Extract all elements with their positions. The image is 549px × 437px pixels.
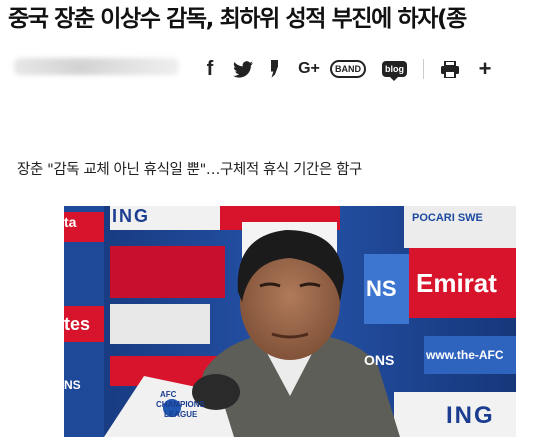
board-left-text-2: tes <box>64 314 91 334</box>
share-bar: f G+ BAND blog + <box>198 56 494 82</box>
google-plus-icon[interactable]: G+ <box>290 56 328 82</box>
share-divider <box>423 59 424 79</box>
board-bottom-text: ING <box>446 402 495 429</box>
mic-badge-afc: AFC <box>160 390 177 399</box>
sponsor-emirates-text: Emirat <box>416 268 497 298</box>
board-left-text-1: ta <box>64 214 77 230</box>
mic-badge-league: LEAGUE <box>164 410 198 419</box>
article-photo[interactable]: ING POCARI SWE Emirat www.the-AFC ta tes… <box>64 206 516 437</box>
mic-badge-champions: CHAMPIONS <box>156 400 205 409</box>
board-right-text-1: NS <box>366 276 397 301</box>
article-subheadline: 장춘 "감독 교체 아닌 휴식일 뿐"…구체적 휴식 기간은 함구 <box>17 162 362 178</box>
board-right-text-2: ONS <box>364 352 395 368</box>
facebook-icon[interactable]: f <box>198 56 222 82</box>
sponsor-pocari-text: POCARI SWE <box>412 212 483 224</box>
kakaostory-icon[interactable] <box>260 56 290 82</box>
band-icon[interactable]: BAND <box>330 60 366 78</box>
print-icon[interactable] <box>438 56 462 82</box>
board-left-text-3: NS <box>64 378 81 392</box>
sponsor-ing-text: ING <box>112 206 151 226</box>
blog-icon[interactable]: blog <box>382 61 407 81</box>
sponsor-url-text: www.the-AFC <box>426 348 504 362</box>
twitter-icon[interactable] <box>226 56 260 82</box>
article-headline: 중국 장춘 이상수 감독, 최하위 성적 부진에 하자(종 <box>8 6 467 32</box>
byline-blurred <box>14 58 179 75</box>
more-share-icon[interactable]: + <box>476 56 494 82</box>
